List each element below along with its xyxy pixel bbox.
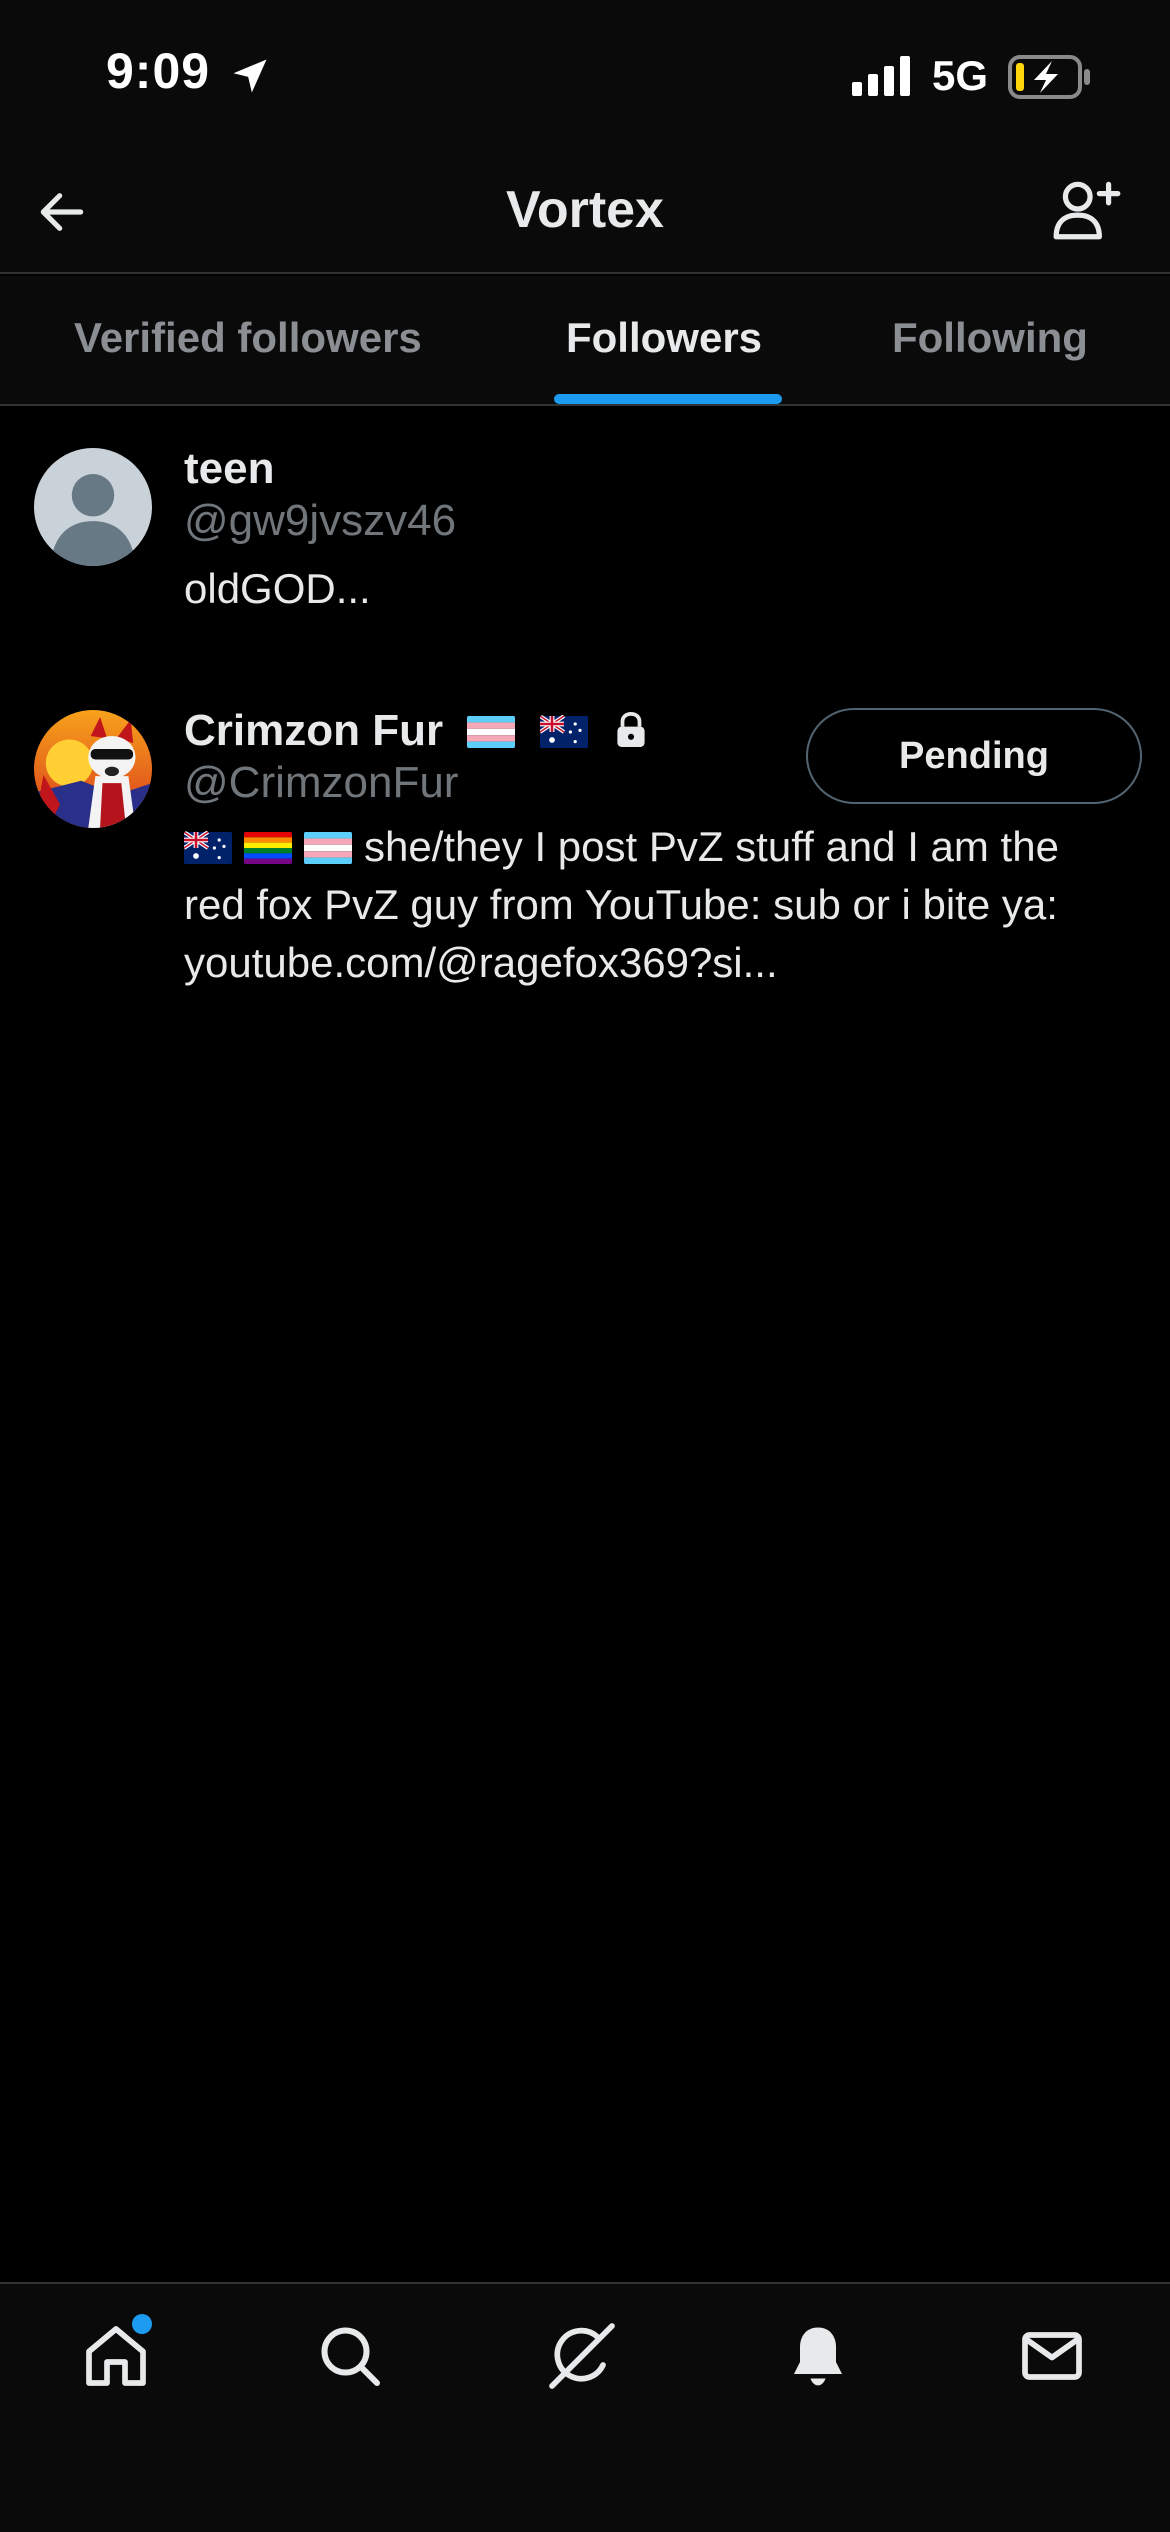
tab-followers[interactable]: Followers: [566, 314, 762, 362]
rainbow-flag-icon: [244, 832, 292, 864]
grok-icon[interactable]: [546, 2320, 618, 2392]
pending-button[interactable]: Pending: [806, 708, 1142, 804]
bell-icon[interactable]: [782, 2320, 854, 2392]
tabs: Verified followers Followers Following: [0, 276, 1170, 406]
network-label: 5G: [932, 52, 989, 99]
user-handle: @CrimzonFur: [184, 758, 459, 807]
bottom-tab-bar: [0, 2282, 1170, 2532]
active-tab-indicator: [554, 394, 782, 404]
lock-icon: [617, 711, 645, 747]
battery-charging-icon: [1008, 55, 1090, 99]
page-title: Vortex: [506, 181, 664, 239]
display-name: Crimzon Fur: [184, 706, 648, 756]
tab-verified-followers[interactable]: Verified followers: [74, 314, 422, 362]
search-icon[interactable]: [314, 2320, 386, 2392]
user-bio: she/they I post PvZ stuff and I am the r…: [184, 818, 1124, 992]
add-user-icon[interactable]: [1050, 172, 1124, 246]
user-handle: @gw9jvszv46: [184, 496, 457, 545]
australia-flag-icon: [184, 831, 232, 864]
transgender-flag-icon: [467, 716, 516, 748]
location-arrow-icon: [233, 59, 267, 93]
display-name-text: Crimzon Fur: [184, 706, 444, 755]
notification-dot: [132, 2314, 152, 2334]
user-bio: oldGOD...: [184, 565, 371, 612]
australia-flag-icon: [539, 715, 588, 748]
display-name: teen: [184, 444, 275, 493]
default-avatar[interactable]: [34, 448, 152, 566]
tab-following[interactable]: Following: [892, 314, 1088, 362]
fox-avatar[interactable]: [34, 710, 152, 828]
signal-bars-icon: [852, 56, 910, 96]
transgender-flag-icon: [304, 832, 352, 864]
mail-icon[interactable]: [1016, 2320, 1088, 2392]
status-time: 9:09: [106, 43, 211, 99]
follower-row[interactable]: Crimzon Fur @CrimzonFur Pending she/they…: [0, 666, 1170, 1026]
follower-row[interactable]: teen @gw9jvszv46 oldGOD...: [0, 406, 1170, 666]
status-bar: 9:09 5G: [0, 0, 1170, 150]
nav-header: Vortex: [0, 150, 1170, 274]
